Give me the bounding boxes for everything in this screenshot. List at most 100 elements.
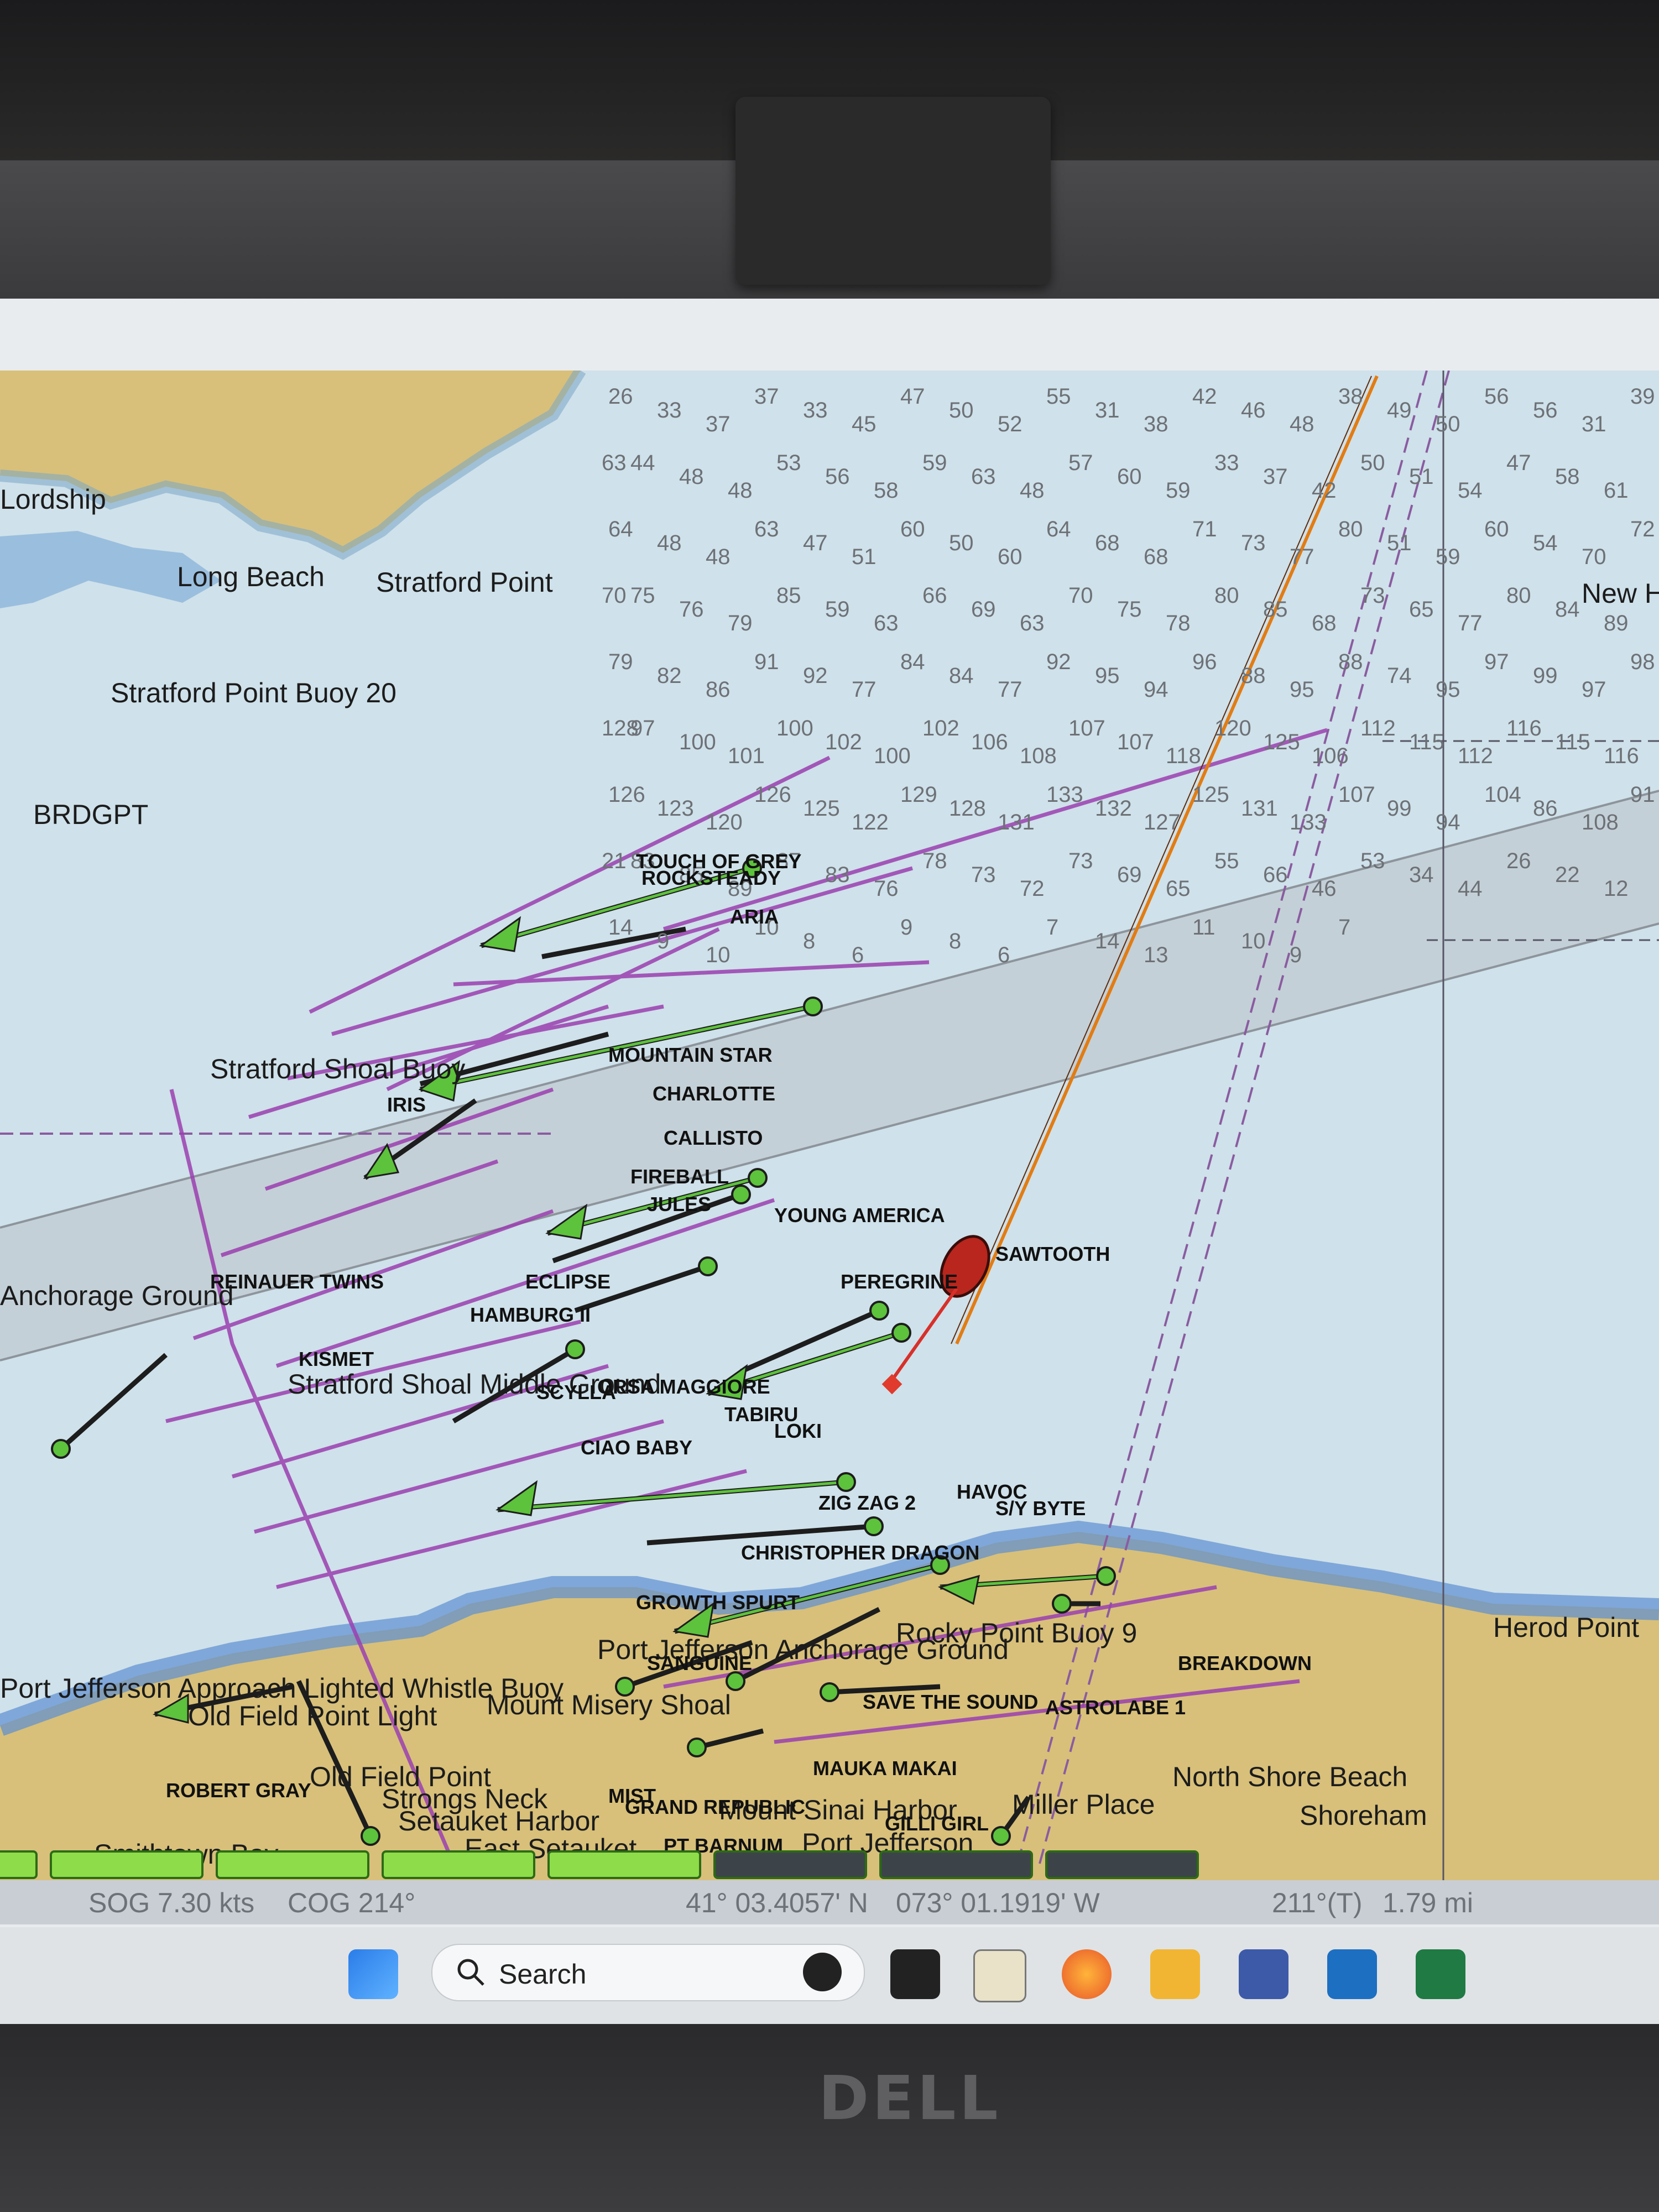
vessel-label: CALLISTO	[664, 1126, 763, 1149]
depth-sounding: 97	[1582, 677, 1606, 702]
depth-sounding: 37	[706, 412, 731, 436]
depth-sounding: 102	[922, 716, 959, 740]
depth-sounding: 77	[1290, 545, 1314, 569]
depth-sounding: 72	[1630, 517, 1655, 541]
depth-sounding: 48	[706, 545, 731, 569]
depth-sounding: 80	[1214, 583, 1239, 608]
depth-sounding: 47	[803, 531, 828, 555]
place-label: New Haven	[1582, 578, 1659, 609]
depth-sounding: 86	[1533, 796, 1558, 821]
depth-sounding: 75	[630, 583, 655, 608]
depth-sounding: 56	[825, 465, 850, 489]
windows-start-icon[interactable]	[348, 1949, 398, 1999]
depth-sounding: 44	[630, 451, 655, 475]
depth-sounding: 51	[852, 545, 877, 569]
depth-sounding: 53	[776, 451, 801, 475]
dell-logo: DELL	[818, 2063, 1001, 2133]
vessel-label: FIREBALL	[630, 1165, 729, 1188]
depth-sounding: 9	[1290, 943, 1302, 967]
depth-sounding: 125	[1192, 782, 1229, 807]
depth-sounding: 68	[1144, 545, 1168, 569]
depth-sounding: 60	[1484, 517, 1509, 541]
depth-sounding: 74	[1387, 664, 1412, 688]
depth-sounding: 107	[1068, 716, 1105, 740]
vessel-label: MAUKA MAKAI	[813, 1757, 957, 1780]
depth-sounding: 47	[1506, 451, 1531, 475]
navigation-app-icon[interactable]	[973, 1949, 1026, 2002]
place-label: Stratford Point	[376, 567, 553, 598]
sog-readout: SOG 7.30 kts	[88, 1887, 255, 1918]
depth-sounding: 132	[1095, 796, 1132, 821]
loading-progress-bar	[0, 1847, 1659, 1879]
depth-sounding: 112	[1458, 744, 1493, 768]
depth-sounding: 91	[1630, 782, 1655, 807]
depth-sounding: 68	[1312, 611, 1337, 635]
depth-sounding: 55	[1046, 384, 1071, 409]
depth-sounding: 127	[1144, 810, 1181, 834]
depth-sounding: 71	[1192, 517, 1217, 541]
vessel-label: ROBERT GRAY	[166, 1779, 311, 1802]
place-label: North Shore Beach	[1172, 1761, 1407, 1792]
task-view-icon[interactable]	[890, 1949, 940, 1999]
webcam-cover-tape	[735, 97, 1051, 285]
depth-sounding: 34	[1409, 863, 1434, 887]
depth-sounding: 42	[1192, 384, 1217, 409]
file-explorer-icon[interactable]	[1150, 1949, 1200, 1999]
latitude-readout: 41° 03.4057' N	[686, 1887, 868, 1918]
vessel-label: JULES	[647, 1193, 711, 1215]
firefox-icon[interactable]	[1062, 1949, 1112, 1999]
depth-sounding: 58	[874, 478, 899, 503]
place-label: Stratford Shoal Buoy	[210, 1053, 465, 1084]
depth-sounding: 122	[852, 810, 889, 834]
depth-sounding: 31	[1582, 412, 1606, 436]
depth-sounding: 21	[602, 849, 627, 873]
depth-sounding: 26	[608, 384, 633, 409]
vessel-label: HAMBURG II	[470, 1303, 591, 1326]
depth-sounding: 45	[852, 412, 877, 436]
depth-sounding: 100	[679, 730, 716, 754]
depth-sounding: 73	[1241, 531, 1266, 555]
bitwarden-icon[interactable]	[1239, 1949, 1288, 1999]
excel-icon[interactable]	[1416, 1949, 1465, 1999]
depth-sounding: 37	[1263, 465, 1288, 489]
depth-sounding: 31	[1095, 398, 1120, 422]
depth-sounding: 83	[825, 863, 850, 887]
depth-sounding: 60	[1117, 465, 1142, 489]
chart-canvas[interactable]: 26 33 37 37 33 45 47 50 52 55 31 38 42 46 48 38 49 50 56 56…	[0, 371, 1659, 1880]
depth-sounding: 8	[803, 929, 815, 953]
depth-sounding: 98	[1630, 650, 1655, 674]
depth-sounding: 55	[1214, 849, 1239, 873]
depth-sounding: 131	[1241, 796, 1278, 821]
depth-sounding: 11	[1192, 915, 1215, 940]
depth-sounding: 73	[971, 863, 996, 887]
vessel-label: SAWTOOTH	[995, 1243, 1110, 1265]
depth-sounding: 133	[1046, 782, 1083, 807]
depth-sounding: 125	[1263, 730, 1300, 754]
search-box[interactable]: Search	[431, 1944, 865, 2001]
depth-sounding: 7	[1338, 915, 1350, 940]
place-label: Anchorage Ground	[0, 1280, 234, 1311]
vessel-label: YOUNG AMERICA	[774, 1204, 945, 1227]
depth-sounding: 99	[1533, 664, 1558, 688]
depth-sounding: 79	[608, 650, 633, 674]
depth-sounding: 77	[852, 677, 877, 702]
depth-sounding: 37	[754, 384, 779, 409]
place-label: Port Jefferson Approach Lighted Whistle …	[0, 1673, 564, 1704]
depth-sounding: 120	[706, 810, 743, 834]
depth-sounding: 106	[1312, 744, 1349, 768]
depth-sounding: 80	[1506, 583, 1531, 608]
range-readout: 1.79 mi	[1383, 1887, 1473, 1918]
laptop-bezel-bottom: DELL	[0, 2024, 1659, 2212]
place-label: Shoreham	[1300, 1800, 1427, 1831]
depth-sounding: 53	[1360, 849, 1385, 873]
depth-sounding: 77	[1458, 611, 1483, 635]
depth-sounding: 80	[1338, 517, 1363, 541]
depth-sounding: 70	[1068, 583, 1093, 608]
nautical-chart-map[interactable]: 26 33 37 37 33 45 47 50 52 55 31 38 42 46 48 38 49 50 56 56…	[0, 371, 1659, 1880]
depth-sounding: 60	[998, 545, 1022, 569]
vessel-label: SANGUINE	[647, 1652, 752, 1674]
depth-sounding: 66	[1263, 863, 1288, 887]
outlook-icon[interactable]	[1327, 1949, 1377, 1999]
depth-sounding: 46	[1241, 398, 1266, 422]
depth-sounding: 95	[1095, 664, 1120, 688]
